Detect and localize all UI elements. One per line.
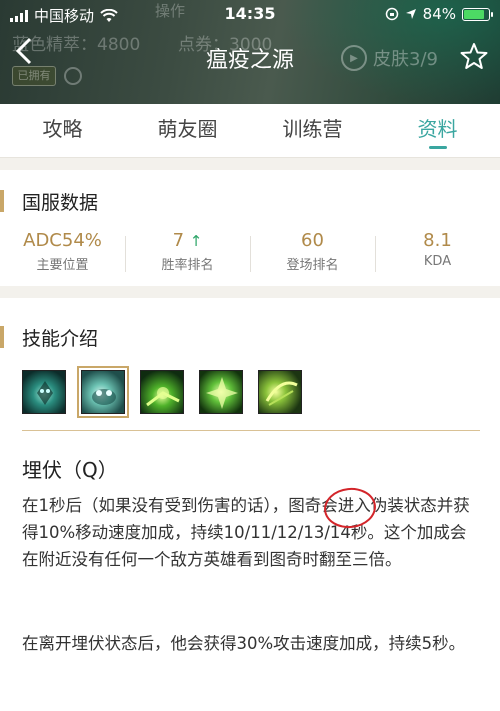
- skills-title: 技能介绍: [22, 328, 99, 350]
- status-bar: 中国移动 14:35 84%: [0, 0, 500, 28]
- stats-row: ADC54% 主要位置 7 ↑ 胜率排名 60 登场排名 8.1 KDA: [0, 230, 500, 278]
- favorite-star-icon[interactable]: [460, 42, 488, 70]
- desc-text: 在1秒后（如果没有受到伤害的话），: [22, 496, 289, 515]
- r-skill-icon[interactable]: [258, 370, 302, 414]
- tab-bar: 攻略 萌友圈 训练营 资料: [0, 104, 500, 158]
- skill-description-1: 在1秒后（如果没有受到伤害的话），图奇会进入伪装状态并获得10%移动速度加成，持…: [22, 492, 482, 573]
- section-accent-bar: [0, 190, 4, 212]
- tab-training[interactable]: 训练营: [250, 104, 375, 157]
- stat-kda: 8.1 KDA: [375, 230, 500, 278]
- w-skill-icon[interactable]: [140, 370, 184, 414]
- tab-guide[interactable]: 攻略: [0, 104, 125, 157]
- section-accent-bar: [0, 326, 4, 348]
- stat-pick-rank: 60 登场排名: [250, 230, 375, 278]
- tab-info[interactable]: 资料: [375, 104, 500, 157]
- server-data-title: 国服数据: [22, 192, 99, 214]
- stat-label: 登场排名: [286, 258, 339, 273]
- selected-skill-name: 埋伏（Q）: [22, 458, 118, 482]
- stat-main-position: ADC54% 主要位置: [0, 230, 125, 278]
- skill-icons-row: [22, 366, 302, 418]
- skin-label: 皮肤3/9: [373, 49, 438, 70]
- lock-rotation-icon: [385, 7, 398, 21]
- skills-divider: [22, 430, 480, 431]
- skin-button[interactable]: ▶ 皮肤3/9: [341, 45, 438, 71]
- stat-value: 8.1: [423, 230, 452, 251]
- stat-value: 60: [301, 230, 324, 251]
- champion-name-highlight: 图奇: [288, 496, 322, 515]
- stat-value: ADC54%: [23, 230, 102, 251]
- stat-label: KDA: [423, 254, 452, 269]
- passive-skill-icon[interactable]: [22, 370, 66, 414]
- stat-label: 胜率排名: [161, 258, 214, 273]
- stat-label: 主要位置: [36, 258, 89, 273]
- location-icon: [405, 9, 416, 19]
- tab-friends[interactable]: 萌友圈: [125, 104, 250, 157]
- q-skill-icon[interactable]: [77, 366, 129, 418]
- up-arrow-icon: ↑: [189, 232, 203, 250]
- battery-percent: 84%: [422, 5, 456, 23]
- skill-description-2: 在离开埋伏状态后，他会获得30%攻击速度加成，持续5秒。: [22, 634, 466, 653]
- play-icon: ▶: [341, 45, 368, 71]
- e-skill-icon[interactable]: [199, 370, 243, 414]
- battery-icon: [462, 7, 493, 21]
- stat-value: 7: [172, 230, 185, 251]
- stat-win-rank: 7 ↑ 胜率排名: [125, 230, 250, 278]
